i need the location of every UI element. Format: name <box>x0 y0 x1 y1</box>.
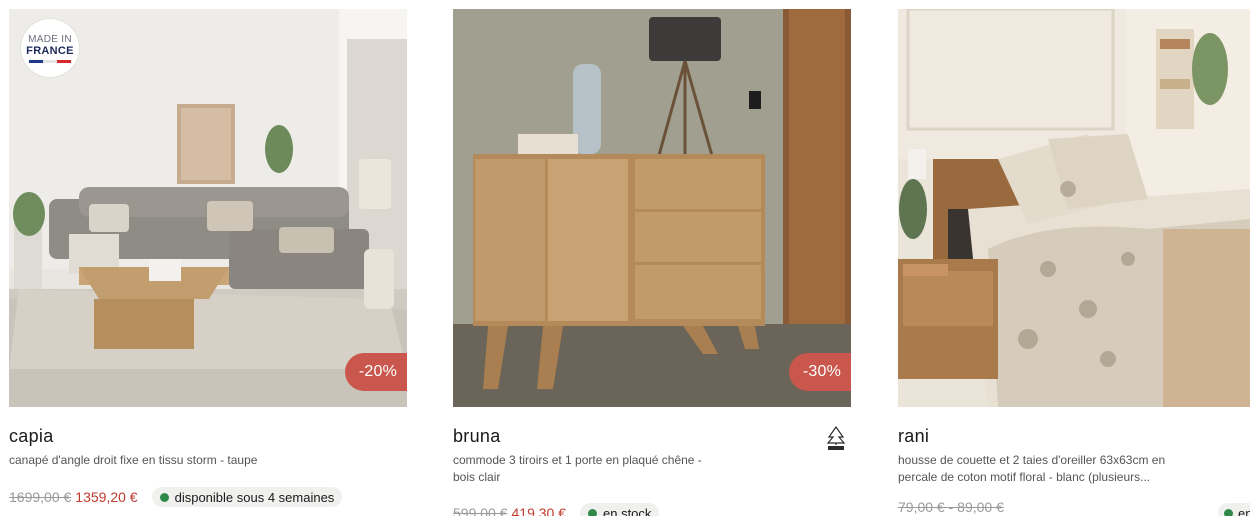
product-name[interactable]: bruna <box>453 426 501 447</box>
sale-price: 1359,20 € <box>75 489 138 505</box>
sale-price: 419,30 € <box>511 505 567 516</box>
french-flag-icon <box>29 59 71 63</box>
availability-text: en <box>1238 505 1250 516</box>
sideboard-photo <box>453 9 851 407</box>
old-price: 599,00 € <box>453 505 508 516</box>
product-description: housse de couette et 2 taies d'oreiller … <box>898 453 1166 484</box>
status-dot-icon <box>588 508 597 516</box>
discount-badge: -20% <box>344 353 407 391</box>
made-in-france-badge: MADE IN FRANCE <box>21 19 79 77</box>
product-image-rani[interactable] <box>898 9 1250 407</box>
product-image-bruna[interactable]: -30% <box>453 9 851 407</box>
price-range: 79,00 € - 89,00 € <box>898 499 1004 515</box>
availability-text: disponible sous 4 semaines <box>174 489 335 505</box>
availability-badge: en <box>1218 503 1250 516</box>
discount-badge: -30% <box>788 353 851 391</box>
price-row: 1699,00 € 1359,20 € disponible sous 4 se… <box>9 487 343 507</box>
product-description: canapé d'angle droit fixe en tissu storm… <box>9 453 258 467</box>
product-name[interactable]: capia <box>9 426 54 447</box>
product-image-capia[interactable]: MADE IN FRANCE -20% <box>9 9 407 407</box>
product-card-capia[interactable]: MADE IN FRANCE -20% capia canapé d'angle… <box>9 0 407 507</box>
price-row: 599,00 € 419,30 € en stock <box>453 503 660 516</box>
product-description: commode 3 tiroirs et 1 porte en plaqué c… <box>453 453 702 484</box>
product-card-rani[interactable]: rani housse de couette et 2 taies d'orei… <box>898 0 1250 516</box>
status-dot-icon <box>159 492 169 502</box>
fsc-tree-icon <box>826 425 846 450</box>
availability-badge: disponible sous 4 semaines <box>151 487 343 507</box>
bedroom-photo <box>898 9 1250 407</box>
status-dot-icon <box>1224 508 1233 516</box>
product-card-bruna[interactable]: -30% bruna commode 3 tiroirs et 1 porte … <box>453 0 851 516</box>
availability-badge: en stock <box>580 503 660 516</box>
price-row: 79,00 € - 89,00 € <box>898 499 1004 515</box>
availability-text: en stock <box>603 505 652 516</box>
product-name[interactable]: rani <box>898 426 929 447</box>
old-price: 1699,00 € <box>9 489 72 505</box>
